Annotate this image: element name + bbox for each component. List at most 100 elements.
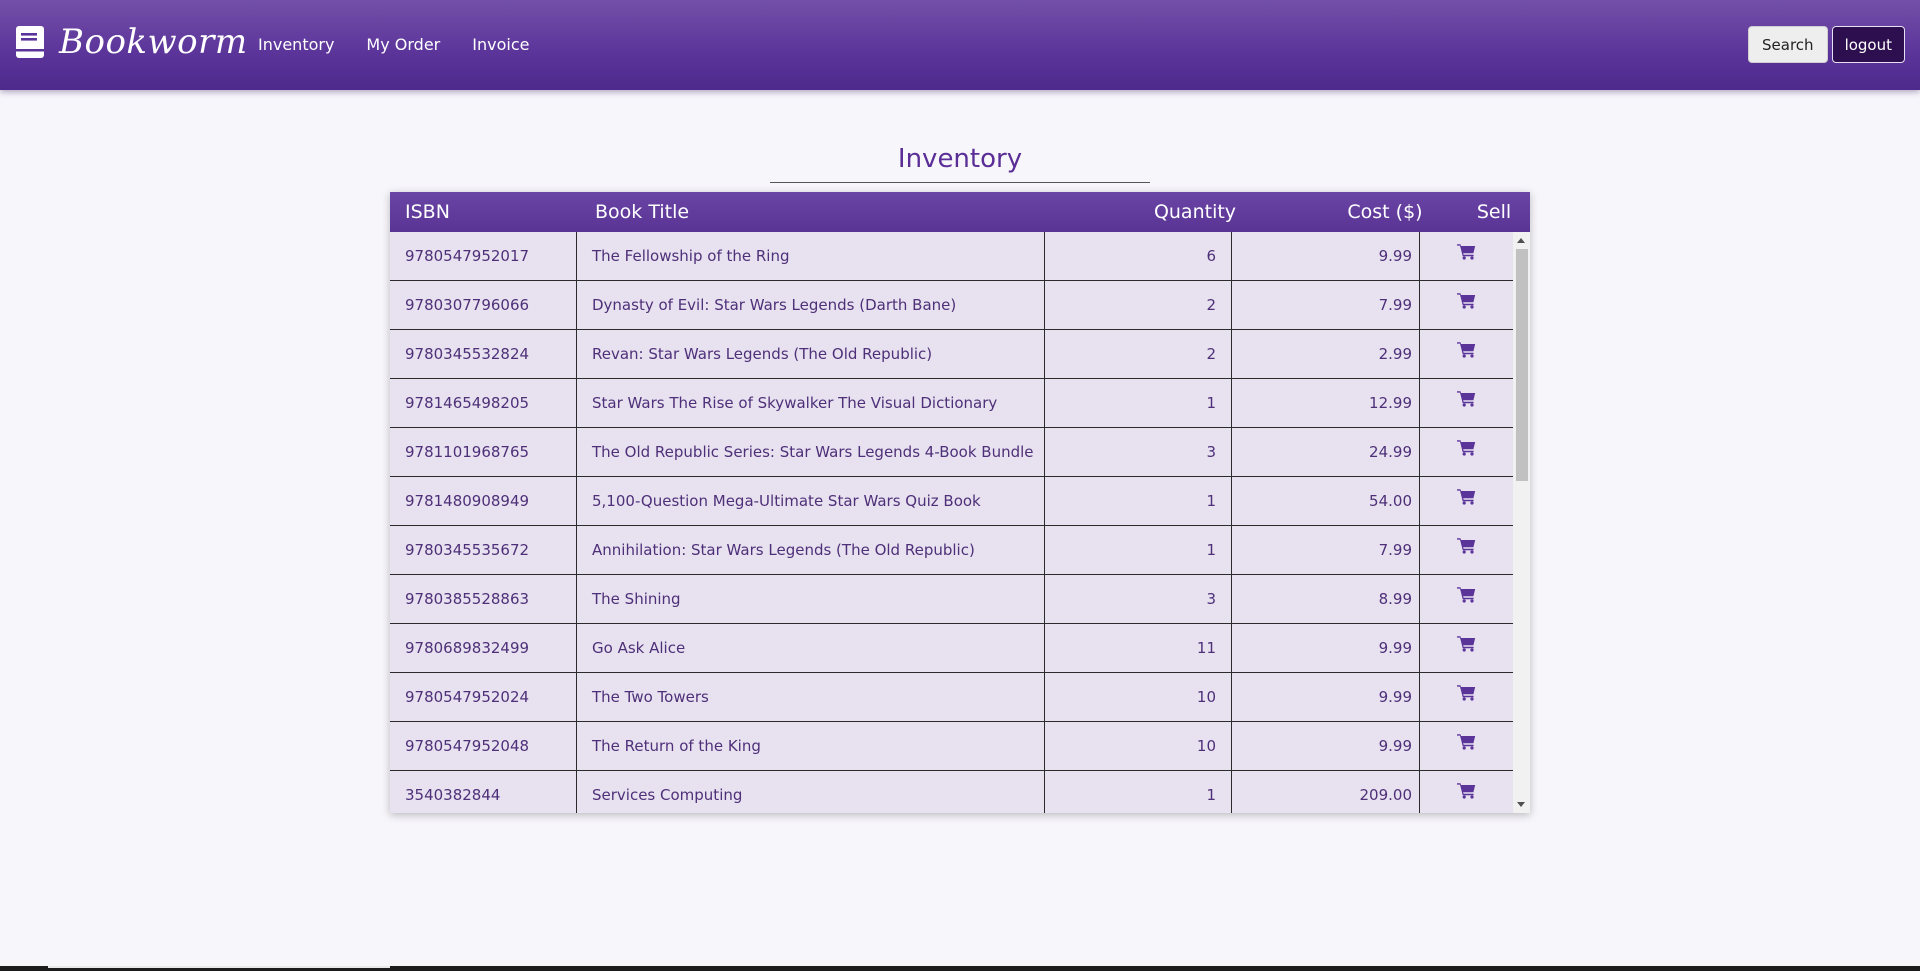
column-header-isbn: ISBN	[405, 201, 450, 223]
cell-book-title: Annihilation: Star Wars Legends (The Old…	[592, 541, 975, 559]
shopping-cart-icon[interactable]	[1457, 427, 1476, 475]
cell-cost: 2.99	[1378, 345, 1412, 363]
nav-actions: Search logout	[1748, 26, 1905, 63]
nav-link-my-order[interactable]: My Order	[366, 33, 440, 57]
cell-cost: 9.99	[1378, 737, 1412, 755]
shopping-cart-icon[interactable]	[1457, 770, 1476, 813]
cell-sell	[1420, 330, 1513, 378]
shopping-cart-icon[interactable]	[1457, 672, 1476, 720]
cell-book-title: The Return of the King	[592, 737, 761, 755]
column-header-cost: Cost ($)	[1347, 201, 1423, 223]
cell-quantity: 1	[1206, 394, 1216, 412]
cell-isbn: 9781480908949	[405, 492, 530, 510]
nav-link-invoice[interactable]: Invoice	[472, 33, 529, 57]
cell-cost: 8.99	[1378, 590, 1412, 608]
cell-quantity: 6	[1206, 247, 1216, 265]
column-divider	[576, 575, 577, 624]
title-underline	[770, 182, 1150, 183]
scroll-up-arrow-icon[interactable]	[1517, 238, 1525, 243]
book-icon	[16, 26, 44, 58]
cell-quantity: 1	[1206, 541, 1216, 559]
window-bottom-edge-highlight	[48, 966, 390, 968]
cell-book-title: Dynasty of Evil: Star Wars Legends (Dart…	[592, 296, 957, 314]
shopping-cart-icon[interactable]	[1457, 232, 1476, 279]
cell-quantity: 11	[1196, 639, 1216, 657]
cell-sell	[1420, 428, 1513, 476]
shopping-cart-icon[interactable]	[1457, 476, 1476, 524]
table-row: 9780385528863 The Shining 3 8.99	[390, 575, 1513, 624]
cell-sell	[1420, 379, 1513, 427]
cell-sell	[1420, 673, 1513, 721]
brand-link[interactable]: Bookworm	[15, 22, 248, 62]
search-button[interactable]: Search	[1748, 26, 1828, 63]
cell-quantity: 10	[1196, 688, 1216, 706]
cell-isbn: 3540382844	[405, 786, 501, 804]
table-scrollbar[interactable]	[1513, 232, 1530, 813]
shopping-cart-icon[interactable]	[1457, 280, 1476, 328]
column-divider	[576, 232, 577, 281]
cell-cost: 209.00	[1359, 786, 1413, 804]
page-title: Inventory	[897, 144, 1023, 174]
cell-cost: 12.99	[1369, 394, 1412, 412]
cell-cost: 9.99	[1378, 247, 1412, 265]
cell-book-title: Star Wars The Rise of Skywalker The Visu…	[592, 394, 998, 412]
cell-quantity: 2	[1206, 345, 1216, 363]
table-row: 9780345535672 Annihilation: Star Wars Leg…	[390, 526, 1513, 575]
cell-sell	[1420, 575, 1513, 623]
column-divider	[576, 526, 577, 575]
shopping-cart-icon[interactable]	[1457, 721, 1476, 769]
cell-sell	[1420, 281, 1513, 329]
table-row: 9780547952024 The Two Towers 10 9.99	[390, 673, 1513, 722]
cell-sell	[1420, 722, 1513, 770]
nav-link-inventory[interactable]: Inventory	[258, 33, 334, 57]
cell-cost: 9.99	[1378, 688, 1412, 706]
shopping-cart-icon[interactable]	[1457, 329, 1476, 377]
scroll-down-arrow-icon[interactable]	[1517, 802, 1525, 807]
cell-cost: 9.99	[1378, 639, 1412, 657]
shopping-cart-icon[interactable]	[1457, 525, 1476, 573]
cell-cost: 7.99	[1378, 541, 1412, 559]
shopping-cart-icon[interactable]	[1457, 574, 1476, 622]
cell-sell	[1420, 624, 1513, 672]
column-divider	[576, 477, 577, 526]
navbar: Bookworm Inventory My Order Invoice Sear…	[0, 0, 1920, 90]
table-row: 9780547952048 The Return of the King 10 9.9…	[390, 722, 1513, 771]
table-row: 9780689832499 Go Ask Alice 11 9.99	[390, 624, 1513, 673]
cell-book-title: Go Ask Alice	[592, 639, 686, 657]
table-row: 9780307796066 Dynasty of Evil: Star Wars …	[390, 281, 1513, 330]
column-header-sell: Sell	[1476, 201, 1512, 223]
cell-book-title: Services Computing	[592, 786, 743, 804]
column-divider	[576, 379, 577, 428]
table-body[interactable]: 9780547952017 The Fellowship of the Ring 6…	[390, 232, 1513, 813]
logout-button[interactable]: logout	[1831, 26, 1905, 63]
cell-book-title: Revan: Star Wars Legends (The Old Republ…	[592, 345, 933, 363]
cell-book-title: The Two Towers	[592, 688, 709, 706]
scrollbar-thumb[interactable]	[1516, 249, 1528, 481]
cell-book-title: 5,100-Question Mega-Ultimate Star Wars Q…	[592, 492, 981, 510]
cell-cost: 7.99	[1378, 296, 1412, 314]
table-row: 3540382844 Services Computing 1 209.00	[390, 771, 1513, 813]
cell-isbn: 9780345532824	[405, 345, 530, 363]
cell-book-title: The Shining	[592, 590, 681, 608]
cell-quantity: 10	[1196, 737, 1216, 755]
shopping-cart-icon[interactable]	[1457, 623, 1476, 671]
cell-quantity: 2	[1206, 296, 1216, 314]
brand-name: Bookworm	[59, 22, 248, 62]
cell-isbn: 9780345535672	[405, 541, 530, 559]
shopping-cart-icon[interactable]	[1457, 378, 1476, 426]
column-divider	[576, 330, 577, 379]
cell-quantity: 3	[1206, 590, 1216, 608]
cell-book-title: The Fellowship of the Ring	[592, 247, 790, 265]
cell-isbn: 9780547952024	[405, 688, 530, 706]
cell-cost: 24.99	[1369, 443, 1412, 461]
column-divider	[576, 624, 577, 673]
table-row: 9781480908949 5,100-Question Mega-Ultimat…	[390, 477, 1513, 526]
cell-isbn: 9780547952017	[405, 247, 530, 265]
table-row: 9780345532824 Revan: Star Wars Legends (T…	[390, 330, 1513, 379]
cell-sell	[1420, 232, 1513, 280]
cell-isbn: 9781101968765	[405, 443, 530, 461]
column-header-quantity: Quantity	[1153, 201, 1237, 223]
cell-isbn: 9780385528863	[405, 590, 530, 608]
cell-book-title: The Old Republic Series: Star Wars Legen…	[592, 443, 1034, 461]
column-divider	[576, 771, 577, 813]
